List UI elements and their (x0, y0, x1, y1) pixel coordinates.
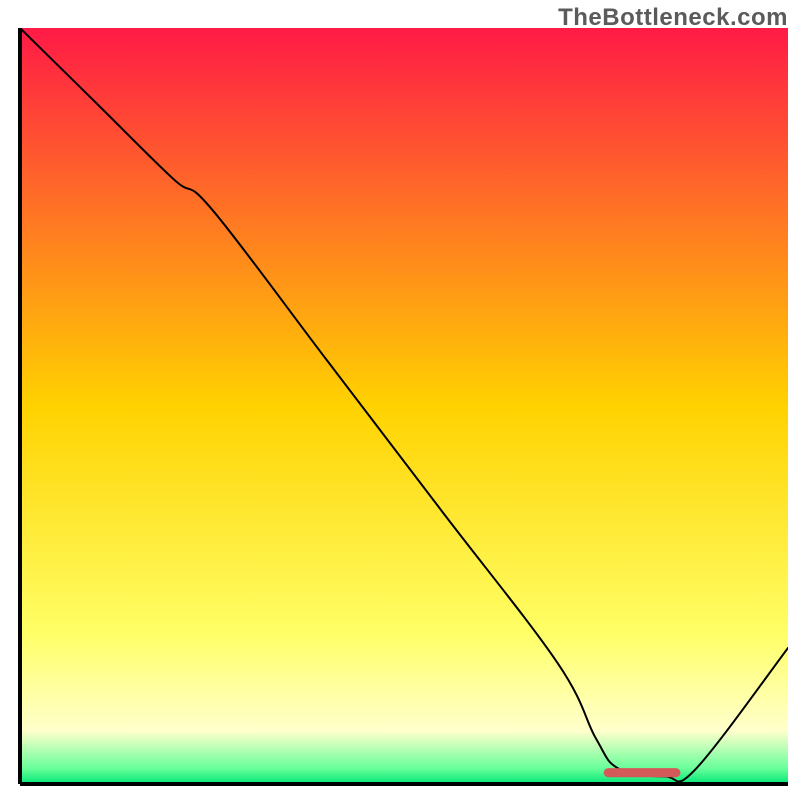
chart-container: TheBottleneck.com (0, 0, 800, 800)
plot-area (18, 28, 788, 786)
chart-svg (18, 28, 788, 786)
target-segment (604, 768, 681, 777)
